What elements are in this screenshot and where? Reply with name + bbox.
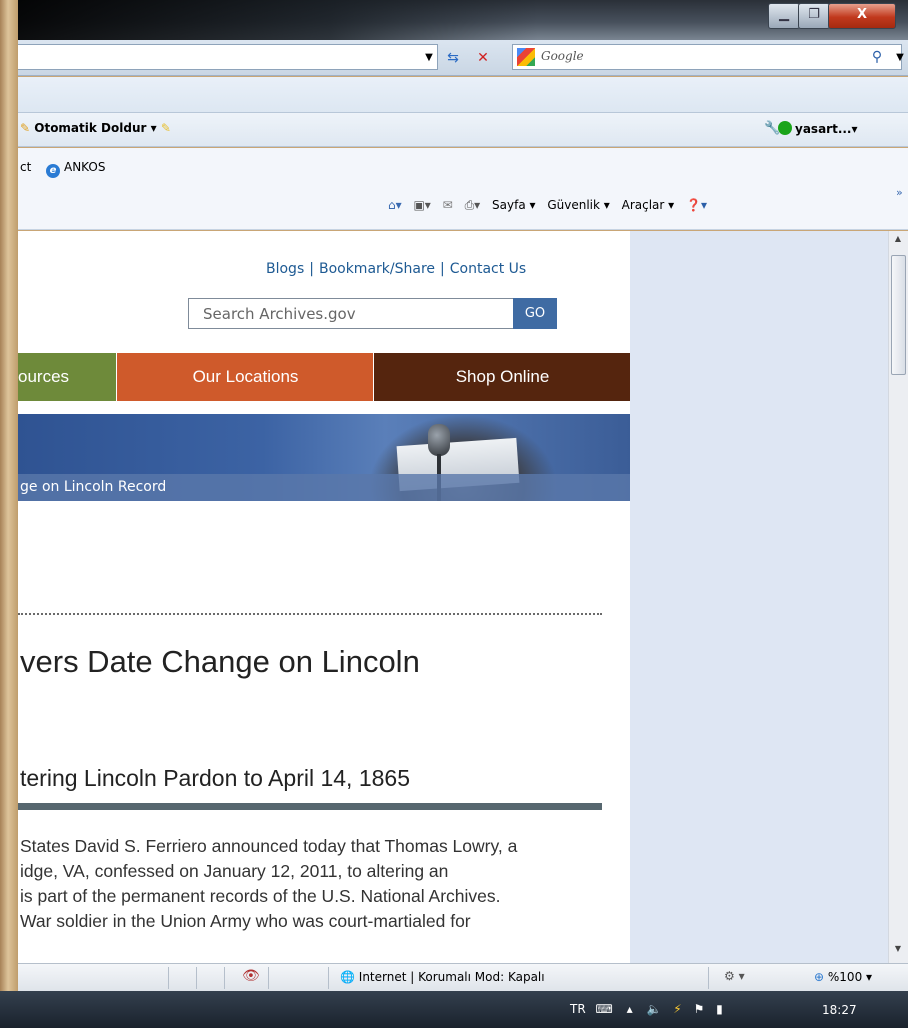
zoom-control[interactable]: ⊕ %100 ▾ xyxy=(814,970,872,984)
scroll-up-icon[interactable]: ▲ xyxy=(892,233,904,245)
action-center-icon[interactable]: ⚑ xyxy=(694,1002,705,1016)
blogs-link[interactable]: Blogs xyxy=(266,261,304,277)
google-toolbar: ✎ Otomatik Doldur ▾ ✎ 🔧 yasart...▾ xyxy=(18,113,908,147)
site-search-placeholder: Search Archives.gov xyxy=(203,305,356,323)
utility-links: Blogs | Bookmark/Share | Contact Us xyxy=(266,261,527,277)
page-side-panel xyxy=(630,231,890,963)
nav-tab-our-locations[interactable]: Our Locations xyxy=(116,353,374,401)
search-input[interactable]: Google ⚲ xyxy=(512,44,902,70)
power-icon[interactable]: ▮ xyxy=(716,1002,723,1016)
popup-blocker-icon[interactable]: ⚙ ▾ xyxy=(724,969,745,983)
security-zone-label: Internet | Korumalı Mod: Kapalı xyxy=(358,970,545,984)
nav-tab-shop-online[interactable]: Shop Online xyxy=(373,353,630,401)
article-headline: vers Date Change on Lincoln xyxy=(20,644,420,679)
body-line: States David S. Ferriero announced today… xyxy=(20,836,518,856)
subheadline-rule xyxy=(18,803,602,810)
zoom-icon: ⊕ xyxy=(814,970,825,984)
network-icon[interactable]: ⚡ xyxy=(673,1002,681,1016)
section-divider xyxy=(18,613,602,615)
system-tray: TR ⌨ ▴ 🔈 ⚡ ⚑ ▮ xyxy=(570,1002,723,1016)
favorite-item-ankos[interactable]: e ANKOS xyxy=(46,160,105,178)
scrollbar-thumb[interactable] xyxy=(891,255,906,375)
chevron-more-icon[interactable]: » xyxy=(896,186,903,199)
volume-icon[interactable]: 🔈 xyxy=(647,1002,662,1016)
account-menu[interactable]: yasart...▾ xyxy=(778,121,858,136)
favorites-bar: ct e ANKOS xyxy=(18,148,908,184)
zoom-label: %100 xyxy=(827,970,863,984)
refresh-icon[interactable]: ⇆ xyxy=(442,46,464,70)
maximize-button[interactable]: ❐ xyxy=(798,3,830,29)
taskbar: TR ⌨ ▴ 🔈 ⚡ ⚑ ▮ 18:27 xyxy=(0,991,908,1028)
site-search-input[interactable]: Search Archives.gov xyxy=(188,298,514,329)
home-icon[interactable]: ⌂▾ xyxy=(388,198,402,212)
print-icon[interactable]: ⎙▾ xyxy=(465,198,481,212)
microphone-icon xyxy=(428,424,450,456)
contact-us-link[interactable]: Contact Us xyxy=(450,261,526,277)
account-label: yasart...▾ xyxy=(795,122,858,136)
window-title-bar: ▁ ❐ X xyxy=(18,0,908,40)
main-nav: ources Our Locations Shop Online xyxy=(18,353,630,401)
favorite-item-label: ANKOS xyxy=(64,160,106,174)
security-menu[interactable]: Güvenlik ▾ xyxy=(547,198,609,212)
body-line: War soldier in the Union Army who was co… xyxy=(20,911,471,931)
google-logo-icon xyxy=(517,48,535,66)
go-button[interactable]: GO xyxy=(513,298,557,329)
pencil-icon: ✎ xyxy=(20,121,31,135)
autofill-label: Otomatik Doldur ▾ xyxy=(34,121,157,135)
toolbar-strip xyxy=(18,77,908,113)
security-zone[interactable]: 🌐 Internet | Korumalı Mod: Kapalı xyxy=(340,970,545,984)
page-menu[interactable]: Sayfa ▾ xyxy=(492,198,536,212)
address-bar-row: ▼ ⇆ ✕ Google ⚲ ▼ xyxy=(18,40,908,76)
globe-icon: 🌐 xyxy=(340,970,355,984)
privacy-icon[interactable]: 👁 xyxy=(242,968,260,984)
article-body: States David S. Ferriero announced today… xyxy=(20,834,630,934)
article-subheadline: tering Lincoln Pardon to April 14, 1865 xyxy=(20,765,410,791)
minimize-button[interactable]: ▁ xyxy=(768,3,800,29)
status-bar: 👁 🌐 Internet | Korumalı Mod: Kapalı ⚙ ▾ … xyxy=(18,963,908,991)
close-button[interactable]: X xyxy=(828,3,896,29)
address-dropdown-icon[interactable]: ▼ xyxy=(422,46,436,70)
highlighter-icon: ✎ xyxy=(160,121,171,135)
body-line: idge, VA, confessed on January 12, 2011,… xyxy=(20,861,449,881)
scroll-down-icon[interactable]: ▼ xyxy=(892,943,904,955)
status-dot-icon xyxy=(778,121,792,135)
search-placeholder: Google xyxy=(541,49,584,63)
bookmark-share-link[interactable]: Bookmark/Share xyxy=(319,261,435,277)
language-indicator[interactable]: TR xyxy=(570,1002,586,1016)
address-field[interactable] xyxy=(18,44,438,70)
command-bar: ⌂▾ ▣▾ ✉ ⎙▾ Sayfa ▾ Güvenlik ▾ Araçlar ▾ … xyxy=(18,184,908,230)
help-icon[interactable]: ❓▾ xyxy=(686,198,707,212)
search-icon[interactable]: ⚲ xyxy=(869,45,885,69)
desktop-wallpaper xyxy=(0,0,18,1028)
autofill-button[interactable]: ✎ Otomatik Doldur ▾ ✎ xyxy=(20,121,171,135)
keyboard-icon[interactable]: ⌨ xyxy=(596,1002,613,1016)
web-page: Blogs | Bookmark/Share | Contact Us Search A… xyxy=(18,231,630,963)
body-line: is part of the permanent records of the … xyxy=(20,886,501,906)
tools-menu[interactable]: Araçlar ▾ xyxy=(622,198,675,212)
news-banner[interactable]: ge on Lincoln Record xyxy=(18,414,630,501)
search-options-icon[interactable]: ▼ xyxy=(894,46,906,70)
feeds-icon[interactable]: ▣▾ xyxy=(413,198,430,212)
show-hidden-icons-icon[interactable]: ▴ xyxy=(627,1002,633,1016)
mail-icon[interactable]: ✉ xyxy=(443,198,453,212)
favorite-item-ct[interactable]: ct xyxy=(20,160,31,174)
banner-caption: ge on Lincoln Record xyxy=(20,479,167,495)
ie-icon: e xyxy=(46,164,60,178)
nav-tab-resources[interactable]: ources xyxy=(18,353,116,401)
stop-icon[interactable]: ✕ xyxy=(472,46,494,70)
clock[interactable]: 18:27 xyxy=(822,1003,857,1017)
vertical-scrollbar[interactable]: ▲ ▼ xyxy=(888,231,908,963)
